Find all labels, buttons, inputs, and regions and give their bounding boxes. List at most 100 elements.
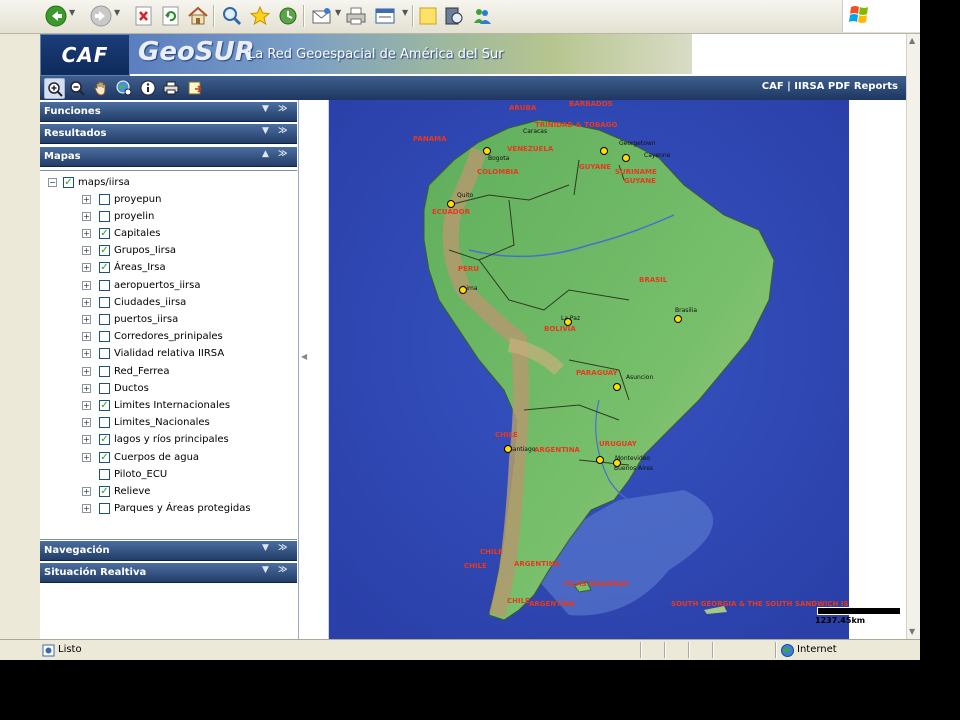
situacion-header[interactable]: Situación Realtiva ▼ ≫ bbox=[40, 563, 297, 583]
expand-node-icon[interactable]: + bbox=[82, 452, 91, 462]
vertical-scrollbar[interactable]: ▲ ▼ bbox=[906, 34, 920, 639]
home-icon[interactable] bbox=[187, 5, 209, 27]
collapse-icon[interactable]: ▼ bbox=[262, 543, 269, 553]
collapse-panel-icon[interactable]: ◀ bbox=[301, 352, 307, 361]
back-icon[interactable] bbox=[45, 5, 67, 27]
layer-checkbox[interactable]: ✓ bbox=[99, 485, 110, 497]
double-chevron-icon[interactable]: ≫ bbox=[278, 565, 287, 575]
double-chevron-icon[interactable]: ≫ bbox=[278, 126, 287, 136]
layer-row[interactable]: + Limites_Nacionales bbox=[82, 415, 210, 431]
layer-row[interactable]: + Vialidad relativa IIRSA bbox=[82, 346, 224, 362]
layer-row[interactable]: + Parques y Áreas protegidas bbox=[82, 501, 251, 517]
search-icon[interactable] bbox=[221, 5, 243, 27]
layer-row[interactable]: + ✓ Áreas_Irsa bbox=[82, 260, 166, 276]
layer-checkbox[interactable]: ✓ bbox=[63, 176, 74, 188]
capital-marker[interactable] bbox=[596, 456, 604, 464]
forward-dropdown-icon[interactable]: ▼ bbox=[114, 8, 120, 17]
capital-marker[interactable] bbox=[613, 383, 621, 391]
layer-row[interactable]: + ✓ lagos y ríos principales bbox=[82, 432, 229, 448]
capital-marker[interactable] bbox=[564, 318, 572, 326]
notes-icon[interactable] bbox=[417, 5, 439, 27]
resultados-header[interactable]: Resultados ▼ ≫ bbox=[40, 124, 297, 144]
layer-checkbox[interactable]: ✓ bbox=[99, 245, 110, 257]
print-icon[interactable] bbox=[345, 5, 367, 27]
layer-row[interactable]: + ✓ Cuerpos de agua bbox=[82, 449, 199, 465]
mail-icon[interactable] bbox=[311, 5, 333, 27]
expand-node-icon[interactable]: + bbox=[82, 297, 91, 307]
forward-icon[interactable] bbox=[90, 5, 112, 27]
zoom-in-icon[interactable] bbox=[44, 78, 65, 99]
expand-node-icon[interactable]: + bbox=[82, 280, 91, 290]
expand-node-icon[interactable]: + bbox=[82, 400, 91, 410]
edit-icon[interactable] bbox=[374, 5, 396, 27]
funciones-header[interactable]: Funciones ▼ ≫ bbox=[40, 102, 297, 122]
layer-row[interactable]: + puertos_iirsa bbox=[82, 311, 178, 327]
layer-row[interactable]: + proyelin bbox=[82, 208, 154, 224]
expand-node-icon[interactable]: + bbox=[82, 435, 91, 445]
scroll-up-icon[interactable]: ▲ bbox=[909, 36, 915, 45]
double-chevron-icon[interactable]: ≫ bbox=[278, 149, 287, 159]
layer-checkbox[interactable] bbox=[99, 279, 110, 291]
mapas-header[interactable]: Mapas ▲ ≫ bbox=[40, 147, 297, 167]
expand-node-icon[interactable]: + bbox=[82, 349, 91, 359]
expand-icon[interactable]: ▲ bbox=[262, 149, 269, 159]
expand-node-icon[interactable]: + bbox=[82, 246, 91, 256]
layer-row[interactable]: + Ciudades_iirsa bbox=[82, 294, 186, 310]
expand-node-icon[interactable]: + bbox=[82, 366, 91, 376]
pan-icon[interactable] bbox=[91, 78, 110, 97]
layer-row[interactable]: + aeropuertos_iirsa bbox=[82, 277, 201, 293]
expand-node-icon[interactable]: + bbox=[82, 314, 91, 324]
layer-row[interactable]: + proyepun bbox=[82, 191, 161, 207]
caf-logo[interactable]: CAF bbox=[40, 34, 130, 76]
identify-globe-icon[interactable] bbox=[114, 78, 133, 97]
layer-checkbox[interactable] bbox=[99, 468, 110, 480]
expand-node-icon[interactable]: + bbox=[82, 486, 91, 496]
pdf-reports-link[interactable]: CAF | IIRSA PDF Reports bbox=[762, 81, 898, 92]
layer-checkbox[interactable] bbox=[99, 313, 110, 325]
layer-checkbox[interactable] bbox=[99, 348, 110, 360]
layer-row[interactable]: + Red_Ferrea bbox=[82, 363, 169, 379]
mail-dropdown-icon[interactable]: ▼ bbox=[335, 8, 341, 17]
layer-checkbox[interactable]: ✓ bbox=[99, 227, 110, 239]
layer-row[interactable]: + ✓ Grupos_Iirsa bbox=[82, 243, 176, 259]
layer-checkbox[interactable] bbox=[99, 417, 110, 429]
stop-icon[interactable] bbox=[133, 5, 155, 27]
capital-marker[interactable] bbox=[674, 315, 682, 323]
collapse-icon[interactable]: ▼ bbox=[262, 565, 269, 575]
double-chevron-icon[interactable]: ≫ bbox=[278, 543, 287, 553]
layer-row[interactable]: Piloto_ECU bbox=[82, 466, 167, 482]
scroll-down-icon[interactable]: ▼ bbox=[909, 627, 915, 636]
capital-marker[interactable] bbox=[447, 200, 455, 208]
back-dropdown-icon[interactable]: ▼ bbox=[69, 8, 75, 17]
capital-marker[interactable] bbox=[622, 154, 630, 162]
layer-row[interactable]: + ✓ Capitales bbox=[82, 225, 160, 241]
layer-checkbox[interactable] bbox=[99, 193, 110, 205]
capital-marker[interactable] bbox=[459, 286, 467, 294]
research-icon[interactable] bbox=[443, 5, 465, 27]
expand-node-icon[interactable]: + bbox=[82, 418, 91, 428]
layer-checkbox[interactable] bbox=[99, 382, 110, 394]
collapse-node-icon[interactable]: − bbox=[48, 177, 57, 187]
messenger-icon[interactable] bbox=[471, 5, 493, 27]
capital-marker[interactable] bbox=[613, 459, 621, 467]
expand-node-icon[interactable]: + bbox=[82, 228, 91, 238]
capital-marker[interactable] bbox=[483, 147, 491, 155]
layer-row[interactable]: + Ductos bbox=[82, 380, 149, 396]
export-icon[interactable] bbox=[185, 78, 204, 97]
edit-dropdown-icon[interactable]: ▼ bbox=[402, 8, 408, 17]
map-view[interactable]: 1237.45km ARUBA BARBADOS TRINIDAD & TOBAGO… bbox=[329, 100, 906, 639]
expand-node-icon[interactable]: + bbox=[82, 194, 91, 204]
layer-checkbox[interactable] bbox=[99, 503, 110, 515]
expand-node-icon[interactable]: + bbox=[82, 332, 91, 342]
history-icon[interactable] bbox=[277, 5, 299, 27]
layer-checkbox[interactable] bbox=[99, 296, 110, 308]
layer-row[interactable]: + ✓ Relieve bbox=[82, 483, 150, 499]
layer-checkbox[interactable]: ✓ bbox=[99, 434, 110, 446]
expand-node-icon[interactable]: + bbox=[82, 211, 91, 221]
panel-splitter[interactable]: ◀ bbox=[299, 100, 329, 639]
refresh-icon[interactable] bbox=[160, 5, 182, 27]
expand-node-icon[interactable]: + bbox=[82, 263, 91, 273]
info-icon[interactable] bbox=[138, 78, 157, 97]
print-map-icon[interactable] bbox=[161, 78, 180, 97]
expand-node-icon[interactable]: + bbox=[82, 504, 91, 514]
